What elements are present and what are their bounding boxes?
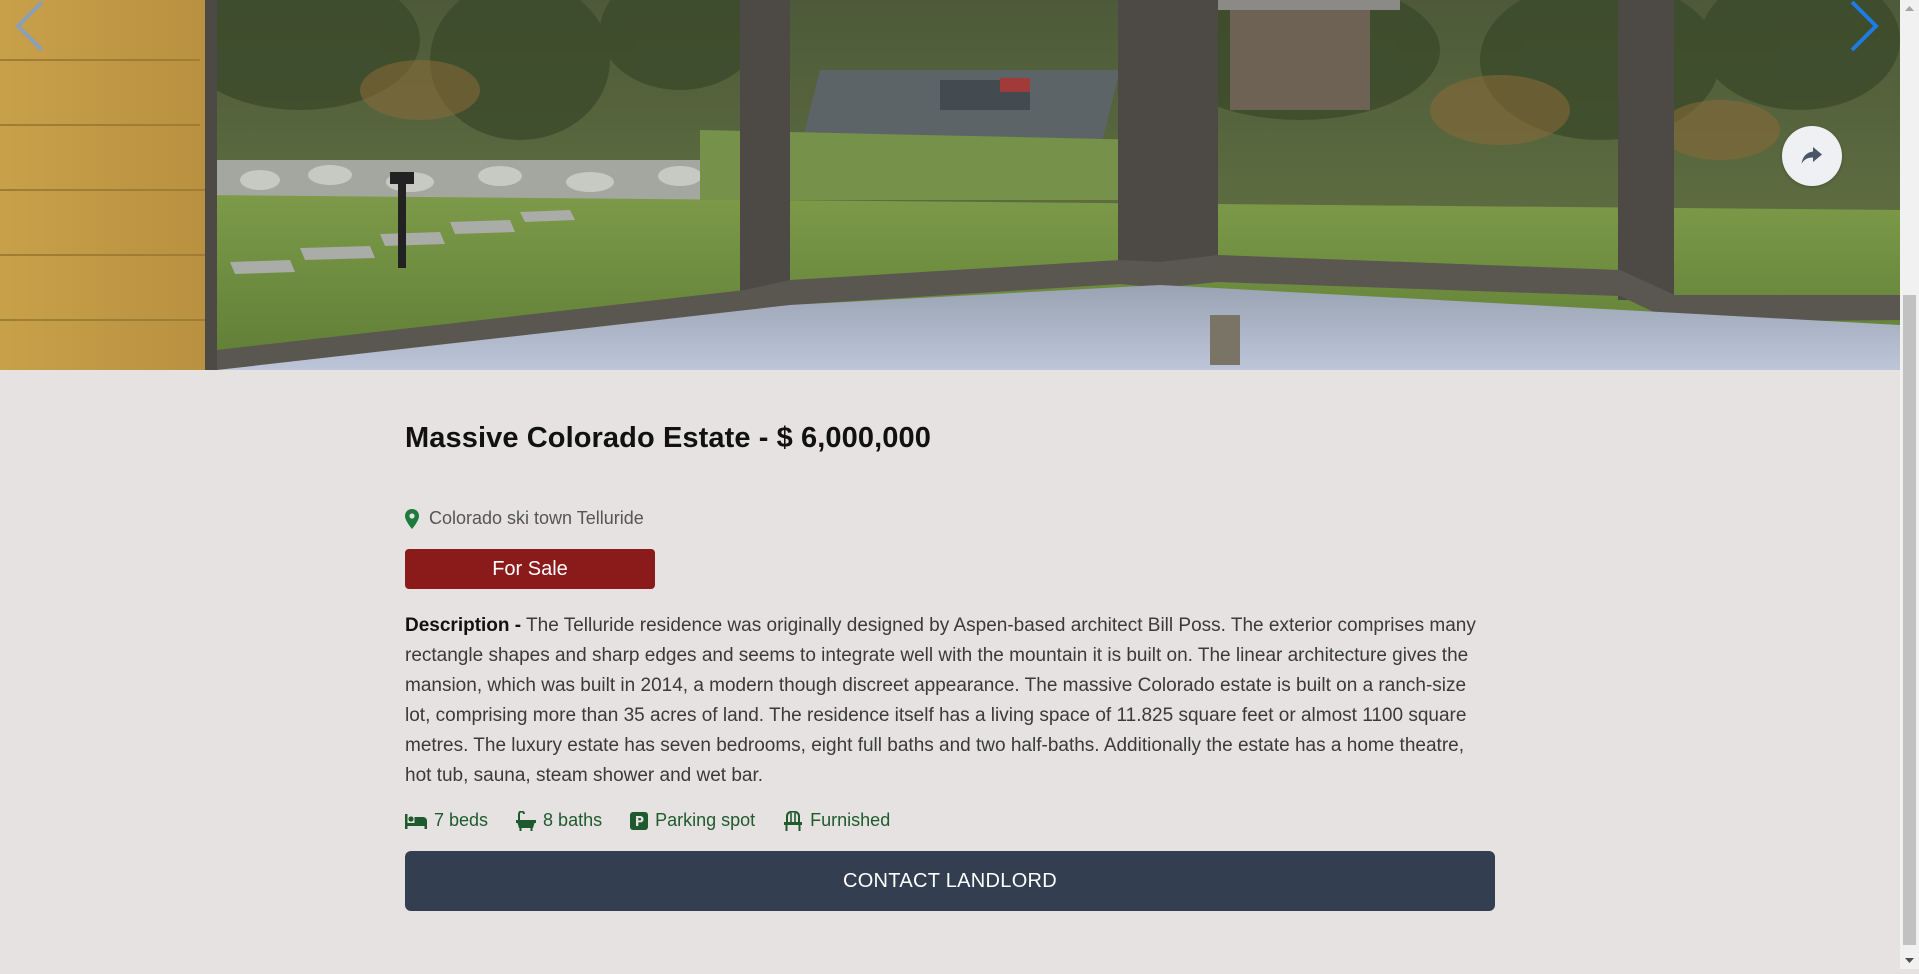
bed-icon	[405, 813, 427, 829]
chevron-left-icon	[15, 0, 44, 52]
contact-landlord-button[interactable]: CONTACT LANDLORD	[405, 851, 1495, 911]
bath-icon	[516, 810, 537, 831]
share-button[interactable]	[1782, 126, 1842, 186]
feature-beds: 7 beds	[405, 810, 488, 831]
feature-label: 8 baths	[543, 810, 603, 830]
description-label: Description -	[405, 615, 522, 636]
previous-photo-button[interactable]	[10, 0, 50, 60]
vertical-scrollbar[interactable]	[1900, 0, 1919, 969]
feature-furnished: Furnished	[783, 810, 890, 831]
listing-title: Massive Colorado Estate - $ 6,000,000	[405, 422, 931, 454]
property-photo	[0, 0, 1900, 370]
feature-list: 7 beds 8 baths Parking spot Furnished	[405, 810, 1495, 831]
share-icon	[1801, 147, 1822, 164]
chevron-right-icon	[1850, 0, 1879, 52]
status-badge[interactable]: For Sale	[405, 549, 655, 589]
description-text: The Telluride residence was originally d…	[405, 615, 1476, 786]
scrollbar-thumb[interactable]	[1903, 295, 1916, 945]
listing-description: Description - The Telluride residence wa…	[405, 611, 1495, 791]
listing-details: Massive Colorado Estate - $ 6,000,000 Co…	[405, 370, 1495, 911]
feature-label: Parking spot	[655, 810, 756, 830]
feature-baths: 8 baths	[516, 810, 602, 831]
property-photo-image	[0, 0, 1900, 370]
feature-label: Furnished	[810, 810, 891, 830]
caret-up-icon	[1905, 6, 1914, 11]
caret-down-icon	[1905, 958, 1914, 963]
map-pin-icon	[405, 508, 419, 529]
listing-location: Colorado ski town Telluride	[405, 508, 1495, 529]
scroll-up-arrow[interactable]	[1900, 0, 1919, 17]
feature-label: 7 beds	[434, 810, 489, 830]
location-text: Colorado ski town Telluride	[429, 508, 644, 528]
scroll-down-arrow[interactable]	[1900, 952, 1919, 969]
next-photo-button[interactable]	[1846, 0, 1886, 60]
parking-icon	[630, 811, 649, 830]
chair-icon	[784, 810, 803, 831]
feature-parking: Parking spot	[630, 810, 755, 831]
